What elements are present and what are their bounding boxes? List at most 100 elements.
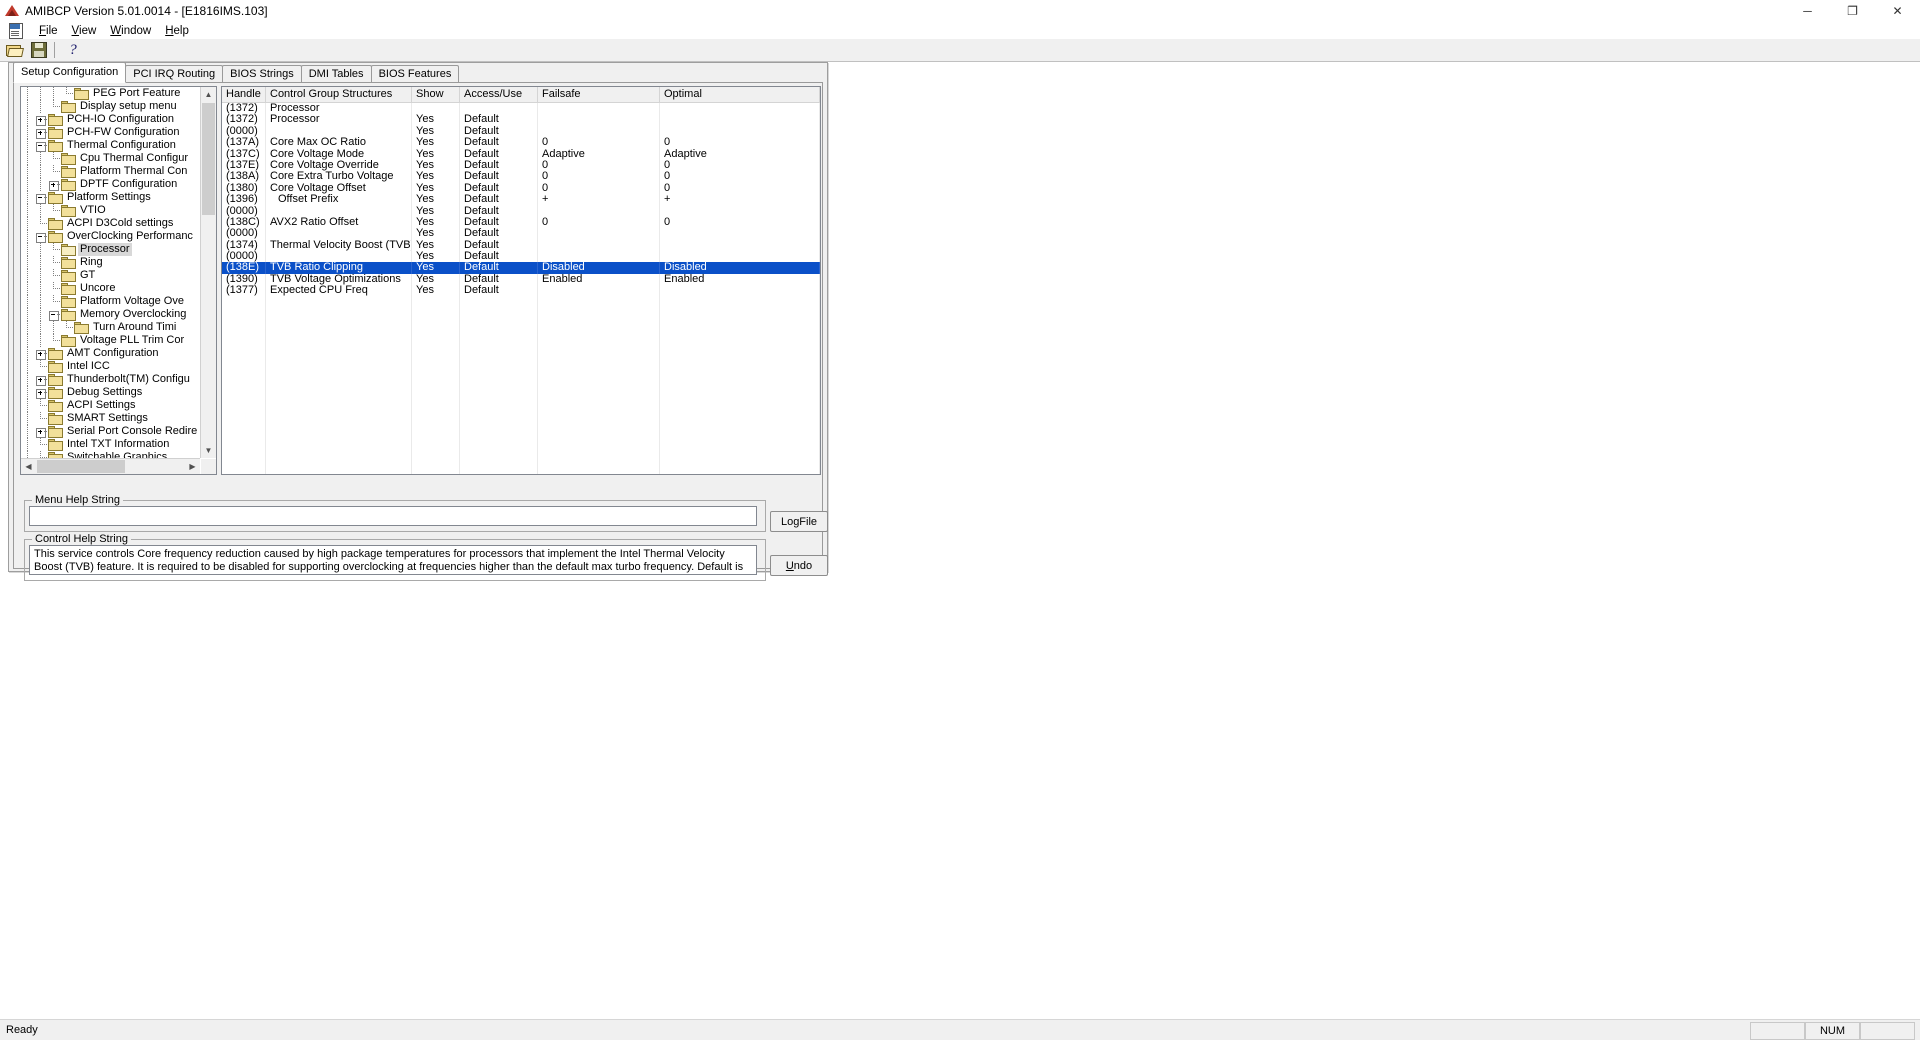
- table-row[interactable]: (137C) Core Voltage Mode Yes Default Adaptiv…: [222, 148, 820, 160]
- menu-help[interactable]: Help: [158, 24, 196, 38]
- tree-expand-plus-icon[interactable]: [34, 126, 47, 139]
- tree-scroll-left-arrow[interactable]: ◀: [21, 459, 36, 474]
- table-row-selected[interactable]: (138E) TVB Ratio Clipping Yes Default Disabl…: [222, 262, 820, 274]
- table-row[interactable]: (0000) Yes Default: [222, 125, 820, 138]
- column-header-show[interactable]: Show: [412, 87, 460, 102]
- table-row[interactable]: (1380) Core Voltage Offset Yes Default 0 0: [222, 182, 820, 195]
- close-button[interactable]: ✕: [1875, 0, 1920, 22]
- tree-node[interactable]: Uncore: [21, 282, 200, 295]
- tree-expand-plus-icon[interactable]: [34, 425, 47, 438]
- column-header-access[interactable]: Access/Use: [460, 87, 538, 102]
- table-row[interactable]: (138A) Core Extra Turbo Voltage Yes Default…: [222, 171, 820, 183]
- tree-node[interactable]: AMT Configuration: [21, 347, 200, 360]
- tree-node[interactable]: Cpu Thermal Configur: [21, 152, 200, 165]
- tree-node[interactable]: PCH-FW Configuration: [21, 126, 200, 139]
- tree-node[interactable]: Processor: [21, 243, 200, 256]
- control-group-list[interactable]: Handle Control Group Structures Show Access…: [221, 86, 821, 475]
- tree-scroll-right-arrow[interactable]: ▶: [185, 459, 200, 474]
- tree-node[interactable]: Display setup menu: [21, 100, 200, 113]
- table-row[interactable]: (0000) Yes Default: [222, 205, 820, 217]
- tree-node[interactable]: Turn Around Timi: [21, 321, 200, 334]
- column-header-optimal[interactable]: Optimal: [660, 87, 820, 102]
- undo-button[interactable]: Undo: [770, 555, 828, 576]
- table-row[interactable]: (138C) AVX2 Ratio Offset Yes Default 0 0: [222, 216, 820, 229]
- cell-show: Yes: [412, 239, 460, 252]
- cell-failsafe: Enabled: [538, 273, 660, 286]
- tree-node[interactable]: SMART Settings: [21, 412, 200, 425]
- column-header-name[interactable]: Control Group Structures: [266, 87, 412, 102]
- table-row[interactable]: (0000) Yes Default: [222, 228, 820, 240]
- tab-setup-configuration[interactable]: Setup Configuration: [13, 62, 127, 83]
- tree-expand-plus-icon[interactable]: [34, 113, 47, 126]
- tree-vertical-scrollbar[interactable]: ▲ ▼: [200, 87, 216, 458]
- tree-vertical-scroll-thumb[interactable]: [202, 103, 215, 215]
- save-file-button[interactable]: [28, 40, 50, 60]
- tree-scroll-down-arrow[interactable]: ▼: [201, 443, 216, 458]
- tree-node[interactable]: Memory Overclocking: [21, 308, 200, 321]
- tree-scroll-up-arrow[interactable]: ▲: [201, 87, 216, 102]
- tree-horizontal-scroll-thumb[interactable]: [37, 460, 125, 473]
- tree-node[interactable]: Switchable Graphics: [21, 451, 200, 458]
- tree-node[interactable]: Debug Settings: [21, 386, 200, 399]
- tree-node[interactable]: Platform Voltage Ove: [21, 295, 200, 308]
- tree-node[interactable]: Thermal Configuration: [21, 139, 200, 152]
- folder-icon: [47, 126, 63, 139]
- open-file-button[interactable]: [3, 40, 25, 60]
- column-header-failsafe[interactable]: Failsafe: [538, 87, 660, 102]
- tree-collapse-minus-icon[interactable]: [34, 139, 47, 152]
- tree-node-label: PCH-FW Configuration: [67, 126, 180, 138]
- menu-window[interactable]: Window: [103, 24, 158, 38]
- column-header-handle[interactable]: Handle: [222, 87, 266, 102]
- table-row[interactable]: (137E) Core Voltage Override Yes Default 0 0: [222, 159, 820, 172]
- tree-node[interactable]: Ring: [21, 256, 200, 269]
- tree-node[interactable]: ACPI Settings: [21, 399, 200, 412]
- tree-horizontal-scrollbar[interactable]: ◀ ▶: [21, 458, 200, 474]
- maximize-button[interactable]: ❐: [1830, 0, 1875, 22]
- minimize-button[interactable]: ─: [1785, 0, 1830, 22]
- cell-access: Default: [460, 285, 538, 297]
- help-button[interactable]: ?: [62, 40, 84, 60]
- tree-expand-plus-icon[interactable]: [47, 178, 60, 191]
- tab-pci-irq-routing[interactable]: PCI IRQ Routing: [125, 65, 224, 83]
- tree-node[interactable]: VTIO: [21, 204, 200, 217]
- setup-tree[interactable]: PEG Port Feature Display setup menu PCH-IO…: [20, 86, 217, 475]
- tree-collapse-minus-icon[interactable]: [47, 308, 60, 321]
- menu-help-string-field[interactable]: [29, 506, 757, 526]
- tree-node[interactable]: DPTF Configuration: [21, 178, 200, 191]
- tree-expand-plus-icon[interactable]: [34, 373, 47, 386]
- tree-collapse-minus-icon[interactable]: [34, 191, 47, 204]
- tab-dmi-tables[interactable]: DMI Tables: [300, 65, 372, 83]
- cell-empty: [538, 410, 660, 422]
- table-row[interactable]: (1374) Thermal Velocity Boost (TVB) Yes Def…: [222, 239, 820, 252]
- tree-node[interactable]: Voltage PLL Trim Cor: [21, 334, 200, 347]
- tree-node[interactable]: Serial Port Console Redire: [21, 425, 200, 438]
- tree-node[interactable]: Thunderbolt(TM) Configu: [21, 373, 200, 386]
- tab-bios-strings[interactable]: BIOS Strings: [222, 65, 302, 83]
- tree-node[interactable]: Intel TXT Information: [21, 438, 200, 451]
- table-row[interactable]: (1372) Processor: [222, 103, 820, 115]
- tree-node[interactable]: Intel ICC: [21, 360, 200, 373]
- table-row[interactable]: (1396) Offset Prefix Yes Default + +: [222, 194, 820, 206]
- control-help-string-field[interactable]: This service controls Core frequency red…: [29, 545, 757, 575]
- tree-collapse-minus-icon[interactable]: [34, 230, 47, 243]
- tree-node[interactable]: Platform Thermal Con: [21, 165, 200, 178]
- tree-node[interactable]: ACPI D3Cold settings: [21, 217, 200, 230]
- menu-view[interactable]: View: [65, 24, 104, 38]
- tree-expand-plus-icon[interactable]: [34, 386, 47, 399]
- tab-bios-features[interactable]: BIOS Features: [370, 65, 460, 83]
- table-row[interactable]: (137A) Core Max OC Ratio Yes Default 0 0: [222, 137, 820, 149]
- tree-node[interactable]: Platform Settings: [21, 191, 200, 204]
- tree-node[interactable]: PCH-IO Configuration: [21, 113, 200, 126]
- tree-node[interactable]: OverClocking Performanc: [21, 230, 200, 243]
- table-row[interactable]: (0000) Yes Default: [222, 251, 820, 263]
- tree-node[interactable]: GT: [21, 269, 200, 282]
- tree-node[interactable]: PEG Port Feature: [21, 87, 200, 100]
- table-row[interactable]: (1377) Expected CPU Freq Yes Default: [222, 285, 820, 297]
- cell-name: Thermal Velocity Boost (TVB): [266, 239, 412, 252]
- cell-optimal: [660, 205, 820, 217]
- table-row[interactable]: (1372) Processor Yes Default: [222, 114, 820, 126]
- tree-expand-plus-icon[interactable]: [34, 347, 47, 360]
- logfile-button[interactable]: LogFile: [770, 511, 828, 532]
- menu-file[interactable]: FFileile: [32, 24, 65, 38]
- table-row[interactable]: (1390) TVB Voltage Optimizations Yes Defaul…: [222, 273, 820, 286]
